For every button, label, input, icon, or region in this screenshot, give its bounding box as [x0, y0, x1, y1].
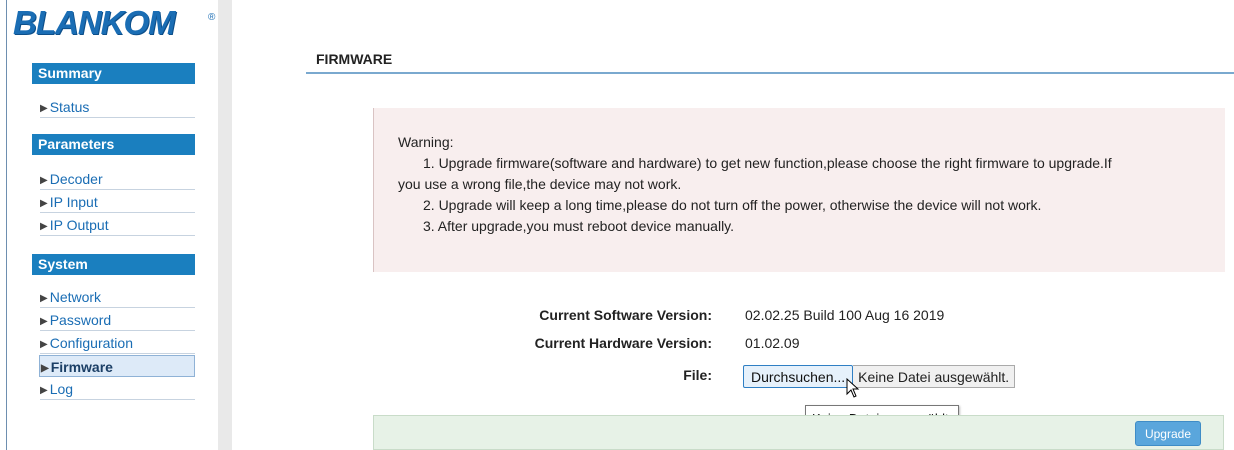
file-label: File: — [683, 367, 712, 383]
triangle-right-icon: ▶ — [40, 385, 48, 396]
sidebar-item-label: Decoder — [49, 171, 103, 187]
sidebar-item-status[interactable]: ▶ Status — [40, 96, 195, 118]
action-bar: Upgrade — [373, 415, 1224, 450]
sidebar-item-ip-input[interactable]: ▶ IP Input — [40, 191, 195, 213]
triangle-right-icon: ▶ — [40, 175, 48, 186]
warning-line: 3. After upgrade,you must reboot device … — [423, 218, 735, 234]
sidebar-divider — [218, 0, 232, 450]
triangle-right-icon: ▶ — [40, 293, 48, 304]
title-underline — [306, 72, 1234, 74]
sidebar-item-label: IP Input — [49, 194, 98, 210]
brand-logo: BLANKOM — [13, 4, 176, 41]
sidebar-item-label: Network — [49, 289, 102, 305]
sidebar-item-ip-output[interactable]: ▶ IP Output — [40, 214, 195, 236]
section-parameters: Parameters — [32, 134, 195, 155]
warning-title: Warning: — [398, 134, 454, 150]
triangle-right-icon: ▶ — [41, 363, 49, 374]
sidebar-item-label: IP Output — [49, 217, 109, 233]
mouse-pointer-icon — [846, 378, 860, 398]
sidebar-item-label: Firmware — [50, 359, 113, 375]
sidebar-item-password[interactable]: ▶ Password — [40, 309, 195, 331]
warning-line: you use a wrong file,the device may not … — [398, 176, 682, 192]
sidebar-item-firmware[interactable]: ▶ Firmware — [39, 355, 195, 377]
hardware-version-value: 01.02.09 — [745, 335, 800, 351]
section-system: System — [32, 254, 195, 275]
warning-box: Warning: 1. Upgrade firmware(software an… — [373, 108, 1225, 272]
triangle-right-icon: ▶ — [40, 316, 48, 327]
file-status: Keine Datei ausgewählt. — [853, 365, 1016, 388]
sidebar-item-configuration[interactable]: ▶ Configuration — [40, 332, 195, 354]
sidebar-item-label: Log — [49, 381, 74, 397]
registered-mark: ® — [208, 12, 216, 23]
sidebar-item-label: Status — [49, 99, 90, 115]
triangle-right-icon: ▶ — [40, 103, 48, 114]
triangle-right-icon: ▶ — [40, 198, 48, 209]
file-input[interactable]: Durchsuchen... Keine Datei ausgewählt. — [743, 364, 1016, 389]
sidebar-item-decoder[interactable]: ▶ Decoder — [40, 168, 195, 190]
page-title: FIRMWARE — [316, 51, 393, 67]
warning-line: 2. Upgrade will keep a long time,please … — [423, 197, 1042, 213]
sidebar-item-label: Configuration — [49, 335, 133, 351]
section-summary: Summary — [32, 63, 195, 84]
sidebar-item-label: Password — [49, 312, 112, 328]
browse-button[interactable]: Durchsuchen... — [743, 365, 854, 388]
warning-line: 1. Upgrade firmware(software and hardwar… — [423, 155, 1112, 171]
software-version-value: 02.02.25 Build 100 Aug 16 2019 — [745, 307, 945, 323]
upgrade-button[interactable]: Upgrade — [1134, 421, 1201, 446]
triangle-right-icon: ▶ — [40, 221, 48, 232]
hardware-version-label: Current Hardware Version: — [534, 335, 712, 351]
sidebar-item-log[interactable]: ▶ Log — [40, 378, 195, 400]
software-version-label: Current Software Version: — [539, 307, 712, 323]
triangle-right-icon: ▶ — [40, 339, 48, 350]
sidebar-item-network[interactable]: ▶ Network — [40, 286, 195, 308]
